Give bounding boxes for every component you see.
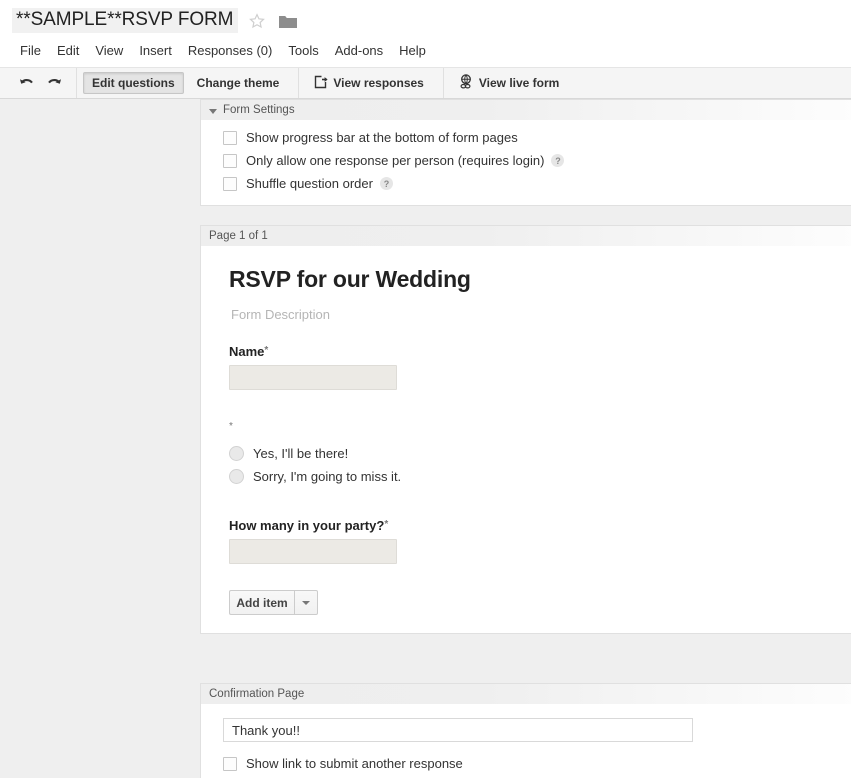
globe-link-icon xyxy=(459,74,474,92)
checkbox-row-publish-results[interactable]: Publish and show a public link to form r… xyxy=(201,775,851,778)
menu-item-edit[interactable]: Edit xyxy=(49,41,87,60)
toolbar-group-responses: View responses xyxy=(299,68,444,98)
view-responses-label: View responses xyxy=(333,76,424,90)
checkbox-progress-bar[interactable] xyxy=(223,130,237,145)
question-party-size-input[interactable] xyxy=(229,539,397,564)
redo-arrow-icon xyxy=(47,78,61,84)
menu-item-insert[interactable]: Insert xyxy=(131,41,180,60)
form-description-placeholder[interactable]: Form Description xyxy=(229,293,851,322)
checkbox-row-one-response[interactable]: Only allow one response per person (requ… xyxy=(201,149,851,172)
redo-button[interactable] xyxy=(40,70,68,96)
radio-option-no[interactable]: Sorry, I'm going to miss it. xyxy=(229,465,851,488)
question-name: Name* xyxy=(229,322,851,390)
radio-label-yes: Yes, I'll be there! xyxy=(253,446,349,461)
undo-arrow-icon xyxy=(19,78,33,84)
view-live-form-button[interactable]: View live form xyxy=(450,70,568,96)
undo-button[interactable] xyxy=(12,70,40,96)
form-settings-card: Form Settings Show progress bar at the b… xyxy=(200,99,851,206)
page-indicator-tab[interactable]: Page 1 of 1 xyxy=(201,225,851,246)
checkbox-row-shuffle[interactable]: Shuffle question order ? xyxy=(201,172,851,195)
question-name-input[interactable] xyxy=(229,365,397,390)
menu-item-tools[interactable]: Tools xyxy=(280,41,326,60)
folder-icon[interactable] xyxy=(278,13,298,30)
radio-label-no: Sorry, I'm going to miss it. xyxy=(253,469,402,484)
view-responses-button[interactable]: View responses xyxy=(305,71,433,96)
confirmation-page-tab[interactable]: Confirmation Page xyxy=(201,683,851,704)
editor-canvas: Form Settings Show progress bar at the b… xyxy=(0,99,851,778)
menu-item-help[interactable]: Help xyxy=(391,41,434,60)
checkbox-label-submit-another: Show link to submit another response xyxy=(246,756,463,771)
confirmation-message-input[interactable]: Thank you!! xyxy=(223,718,693,742)
required-marker-party-size: * xyxy=(384,519,389,530)
add-item-dropdown-button[interactable] xyxy=(294,590,318,615)
checkbox-shuffle[interactable] xyxy=(223,176,237,191)
checkbox-row-progress-bar[interactable]: Show progress bar at the bottom of form … xyxy=(201,126,851,149)
menu-item-addons[interactable]: Add-ons xyxy=(327,41,391,60)
question-party-size-label: How many in your party?* xyxy=(229,518,851,539)
view-live-form-label: View live form xyxy=(478,76,560,90)
help-icon-one-response[interactable]: ? xyxy=(551,154,565,167)
menu-item-view[interactable]: View xyxy=(87,41,131,60)
export-box-arrow-icon xyxy=(314,75,328,92)
radio-option-yes[interactable]: Yes, I'll be there! xyxy=(229,442,851,465)
confirmation-page-card: Confirmation Page Thank you!! Show link … xyxy=(200,683,851,778)
question-name-label: Name* xyxy=(229,344,851,365)
toolbar-group-editing: Edit questions Change theme xyxy=(77,68,300,98)
checkbox-label-progress-bar: Show progress bar at the bottom of form … xyxy=(246,130,518,145)
edit-questions-button[interactable]: Edit questions xyxy=(83,72,184,94)
toolbar: Edit questions Change theme View respons… xyxy=(0,67,851,99)
add-item-button[interactable]: Add item xyxy=(229,590,294,615)
required-marker-name: * xyxy=(264,345,269,356)
question-party-size-text: How many in your party? xyxy=(229,518,385,533)
form-body: RSVP for our Wedding Form Description Na… xyxy=(201,246,851,633)
form-title[interactable]: RSVP for our Wedding xyxy=(229,260,851,293)
form-page-card: Page 1 of 1 RSVP for our Wedding Form De… xyxy=(200,225,851,634)
toolbar-group-live-form: View live form xyxy=(444,68,578,98)
confirmation-options: Show link to submit another response Pub… xyxy=(201,752,851,778)
checkbox-row-submit-another[interactable]: Show link to submit another response xyxy=(201,752,851,775)
menu-bar: File Edit View Insert Responses (0) Tool… xyxy=(0,36,851,67)
change-theme-button[interactable]: Change theme xyxy=(188,72,289,94)
confirmation-page-tab-label: Confirmation Page xyxy=(209,688,305,700)
menu-item-file[interactable]: File xyxy=(12,41,49,60)
collapse-triangle-icon[interactable] xyxy=(209,108,217,114)
checkbox-submit-another[interactable] xyxy=(223,756,237,771)
question-name-text: Name xyxy=(229,344,265,359)
title-row: **SAMPLE**RSVP FORM xyxy=(0,0,851,36)
question-attendance: * Yes, I'll be there! Sorry, I'm going t… xyxy=(229,390,851,488)
form-settings-tab[interactable]: Form Settings xyxy=(201,99,851,120)
app-header: **SAMPLE**RSVP FORM File Edit View Inser… xyxy=(0,0,851,67)
star-outline-icon[interactable] xyxy=(248,12,266,30)
radio-button-no[interactable] xyxy=(229,469,244,484)
question-party-size: How many in your party?* xyxy=(229,488,851,564)
form-settings-tab-label: Form Settings xyxy=(223,104,295,116)
radio-button-yes[interactable] xyxy=(229,446,244,461)
checkbox-label-one-response: Only allow one response per person (requ… xyxy=(246,153,545,168)
question-attendance-label: * xyxy=(229,420,851,442)
add-item-split-button: Add item xyxy=(229,590,318,615)
required-marker-attendance: * xyxy=(229,421,233,432)
checkbox-label-shuffle: Shuffle question order xyxy=(246,176,373,191)
document-title[interactable]: **SAMPLE**RSVP FORM xyxy=(12,7,239,33)
form-settings-options: Show progress bar at the bottom of form … xyxy=(201,120,851,205)
chevron-down-icon xyxy=(302,600,310,605)
toolbar-group-history xyxy=(8,68,77,98)
checkbox-one-response[interactable] xyxy=(223,153,237,168)
menu-item-responses[interactable]: Responses (0) xyxy=(180,41,281,60)
page-indicator-label: Page 1 of 1 xyxy=(209,230,268,242)
help-icon-shuffle[interactable]: ? xyxy=(379,177,393,190)
